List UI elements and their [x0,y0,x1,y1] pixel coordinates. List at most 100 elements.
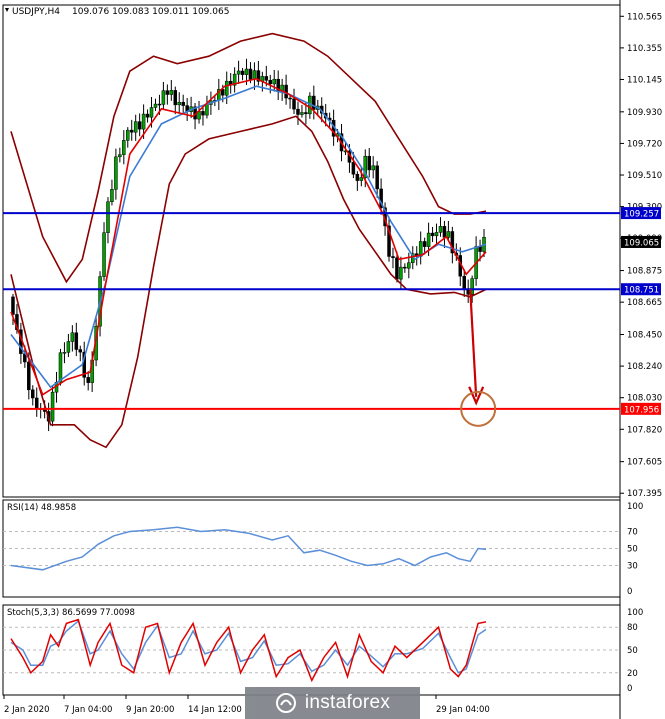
rsi-scale-label: 0 [627,587,632,597]
candle-body [371,165,375,171]
candle-body [438,226,443,233]
time-tick-label: 7 Jan 04:00 [64,705,112,715]
instaforex-logo-icon [275,693,296,713]
candle-body [355,173,360,181]
candle-body [288,97,292,100]
rsi-scale-label: 30 [627,562,638,572]
rsi-scale-label: 100 [627,502,643,512]
candle-body [430,232,435,237]
price-tick-label: 110.565 [627,12,662,22]
watermark-text: instaforex [304,692,391,713]
candle-body [161,90,166,105]
candle-body [478,246,482,252]
candle-body [27,361,31,391]
candle-body [446,231,451,238]
candle-body [133,121,138,133]
time-tick-label: 14 Jan 12:00 [188,705,242,715]
candle-body [66,341,71,353]
stoch-scale-label: 20 [627,669,638,679]
price-tick-label: 109.720 [627,139,662,149]
candle-body [442,226,447,238]
price-tick-label: 107.395 [627,489,662,499]
time-tick-label: 9 Jan 20:00 [126,705,174,715]
candle-body [272,78,276,85]
rsi-label: RSI(14) 48.9858 [7,503,76,513]
candle-body [300,112,304,115]
stoch-scale-label: 80 [627,623,638,633]
candle-body [157,103,162,106]
candle-body [359,177,364,181]
candle-body [149,107,154,118]
candle-body [62,352,67,354]
stoch-scale-label: 0 [627,684,632,694]
candle-body [434,232,439,237]
candle-body [221,89,225,96]
candle-body [367,155,371,171]
candle-body [106,201,110,233]
candle-body [70,332,75,342]
ohlc-readout-label: 109.076 109.083 109.011 109.065 [72,7,229,17]
candle-body [169,90,174,95]
price-tick-label: 109.510 [627,171,662,181]
candle-body [407,262,411,269]
time-tick-label: 2 Jan 2020 [4,705,50,715]
stoch-label: Stoch(5,3,3) 86.5699 77.0098 [7,608,135,618]
stoch-scale-label: 100 [627,608,643,618]
stoch-scale-label: 50 [627,646,638,656]
candle-body [205,104,209,116]
price-tick-label: 110.145 [627,75,662,85]
candle-body [304,112,308,115]
candle-body [141,113,146,130]
candle-body [102,232,106,277]
candle-body [145,113,150,118]
candle-body [252,70,257,80]
candle-body [177,101,181,106]
candle-body [422,241,427,247]
candle-body [86,377,90,383]
price-tick-label: 108.875 [627,267,662,277]
candle-body [426,232,431,247]
candle-body [137,121,142,130]
current-price-label: 109.065 [624,238,659,248]
price-tick-label: 109.930 [627,108,662,118]
candle-body [268,80,273,85]
candle-body [31,389,35,399]
candle-body [11,296,15,315]
level-price-label: 107.956 [624,405,659,415]
candle-body [248,68,253,80]
candle-body [114,156,118,190]
level-price-label: 109.257 [624,210,659,220]
candle-body [50,391,55,422]
candle-body [165,90,170,95]
candle-body [78,349,83,353]
price-tick-label: 108.450 [627,331,662,341]
candle-body [399,266,403,280]
candle-body [244,68,249,75]
candle-body [126,129,130,141]
watermark: instaforex [245,687,420,719]
candle-body [351,162,356,175]
candle-body [58,352,63,383]
candle-body [118,154,122,158]
candle-body [296,108,300,115]
candle-body [375,165,379,190]
candle-body [236,70,241,75]
candle-body [292,98,296,110]
chart-symbol-label: USDJPY,H4 [12,7,60,17]
price-tick-label: 107.820 [627,425,662,435]
rsi-scale-label: 70 [627,528,638,538]
candle-body [224,80,229,96]
price-tick-label: 107.605 [627,458,662,468]
candle-body [240,70,245,75]
candle-body [173,90,178,106]
candle-body [122,140,126,155]
candle-body [110,189,114,203]
candle-body [153,103,158,108]
price-tick-label: 108.030 [627,394,662,404]
price-tick-label: 108.665 [627,298,662,308]
candle-body [264,76,269,81]
candle-body [74,332,79,350]
chart-canvas: 110.565 110.355 110.145 109.930 109.720 109.5… [2,0,662,719]
price-tick-label: 108.240 [627,362,662,372]
candle-body [462,275,466,291]
